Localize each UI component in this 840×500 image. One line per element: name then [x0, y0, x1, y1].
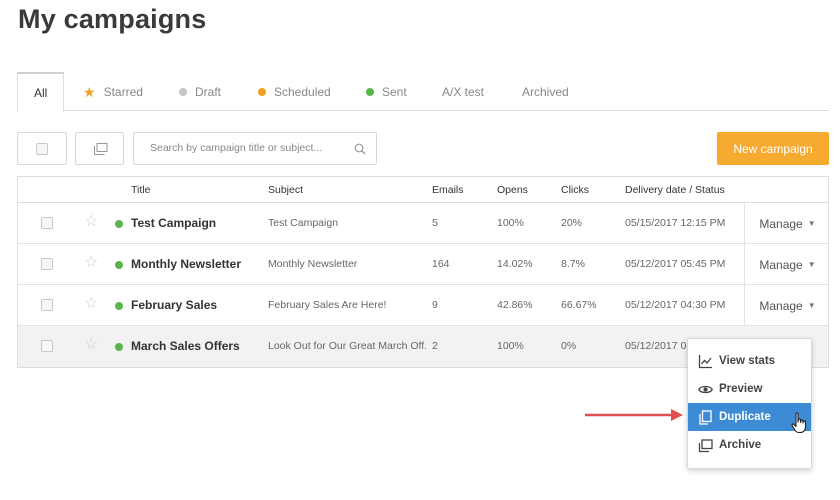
campaign-clicks: 20% — [561, 217, 583, 229]
tab-scheduled[interactable]: Scheduled — [258, 72, 331, 111]
tab-starred[interactable]: ★ Starred — [83, 72, 143, 111]
menu-item-label: Duplicate — [719, 411, 771, 423]
header-emails[interactable]: Emails — [432, 184, 464, 196]
header-opens[interactable]: Opens — [497, 184, 528, 196]
campaign-emails: 5 — [432, 217, 438, 229]
tab-scheduled-label: Scheduled — [274, 84, 331, 99]
select-all-checkbox[interactable] — [36, 143, 48, 155]
tab-draft[interactable]: Draft — [179, 72, 221, 111]
campaign-title[interactable]: Test Campaign — [131, 216, 216, 230]
campaign-clicks: 0% — [561, 340, 577, 352]
star-outline-icon[interactable]: ☆ — [84, 296, 98, 312]
tab-starred-label: Starred — [103, 84, 143, 99]
annotation-arrow-icon — [585, 409, 683, 421]
archive-folder-icon — [94, 143, 108, 155]
campaign-emails: 2 — [432, 340, 438, 352]
campaign-date: 05/12/2017 0 — [625, 340, 687, 352]
draft-dot-icon — [179, 87, 187, 96]
manage-label: Manage — [759, 216, 803, 231]
tab-sent-label: Sent — [382, 84, 407, 99]
select-all-button[interactable] — [17, 132, 67, 165]
campaign-subject: Look Out for Our Great March Off... — [268, 340, 426, 352]
campaign-opens: 100% — [497, 217, 524, 229]
tab-ax-test-label: A/X test — [442, 84, 485, 99]
campaign-date: 05/15/2017 12:15 PM — [625, 217, 726, 229]
header-title[interactable]: Title — [131, 184, 150, 196]
menu-item-archive[interactable]: Archive — [688, 431, 811, 459]
campaign-opens: 42.86% — [497, 299, 533, 311]
campaign-clicks: 66.67% — [561, 299, 597, 311]
row-checkbox[interactable] — [41, 258, 53, 270]
star-icon: ★ — [83, 83, 96, 100]
sent-dot-icon — [366, 87, 374, 96]
manage-button[interactable]: Manage ▼ — [744, 203, 830, 244]
scheduled-dot-icon — [258, 87, 266, 96]
eye-icon — [698, 385, 713, 393]
star-outline-icon[interactable]: ☆ — [84, 214, 98, 230]
campaign-date: 05/12/2017 05:45 PM — [625, 258, 726, 270]
tab-archived[interactable]: Archived — [522, 72, 569, 111]
table-row[interactable]: ☆ Test Campaign Test Campaign 5 100% 20%… — [18, 203, 828, 244]
campaign-clicks: 8.7% — [561, 258, 585, 270]
archive-toolbar-button[interactable] — [75, 132, 124, 165]
campaign-tabs: All ★ Starred Draft Scheduled Sent A/X t… — [17, 72, 829, 112]
campaign-title[interactable]: March Sales Offers — [131, 339, 240, 353]
star-outline-icon[interactable]: ☆ — [84, 255, 98, 271]
row-checkbox[interactable] — [41, 217, 53, 229]
campaign-title[interactable]: February Sales — [131, 298, 217, 312]
campaign-subject: February Sales Are Here! — [268, 299, 387, 311]
campaign-title[interactable]: Monthly Newsletter — [131, 257, 241, 271]
caret-down-icon: ▼ — [807, 260, 816, 269]
new-campaign-button[interactable]: New campaign — [717, 132, 829, 165]
tab-archived-label: Archived — [522, 84, 569, 99]
tab-all[interactable]: All — [17, 72, 65, 112]
campaign-subject: Monthly Newsletter — [268, 258, 358, 270]
manage-label: Manage — [759, 298, 803, 313]
chart-icon — [698, 354, 712, 368]
menu-item-view-stats[interactable]: View stats — [688, 347, 811, 375]
status-dot-icon — [115, 261, 123, 269]
archive-icon — [698, 438, 713, 452]
table-row[interactable]: ☆ February Sales February Sales Are Here… — [18, 285, 828, 326]
duplicate-icon — [699, 409, 712, 425]
menu-item-label: View stats — [719, 355, 776, 367]
campaign-date: 05/12/2017 04:30 PM — [625, 299, 726, 311]
header-delivery[interactable]: Delivery date / Status — [625, 184, 725, 196]
campaign-opens: 100% — [497, 340, 524, 352]
campaign-emails: 9 — [432, 299, 438, 311]
menu-item-label: Archive — [719, 439, 762, 451]
tab-sent[interactable]: Sent — [366, 72, 407, 111]
status-dot-icon — [115, 302, 123, 310]
header-subject[interactable]: Subject — [268, 184, 303, 196]
search-box[interactable] — [133, 132, 377, 165]
caret-down-icon: ▼ — [807, 219, 816, 228]
campaign-emails: 164 — [432, 258, 450, 270]
search-input[interactable] — [150, 142, 350, 154]
tab-ax-test[interactable]: A/X test — [442, 72, 484, 111]
table-header: Title Subject Emails Opens Clicks Delive… — [18, 177, 828, 203]
caret-down-icon: ▼ — [807, 301, 816, 310]
row-checkbox[interactable] — [41, 340, 53, 352]
tab-all-label: All — [34, 85, 48, 100]
manage-button[interactable]: Manage ▼ — [744, 244, 830, 285]
manage-label: Manage — [759, 257, 803, 272]
menu-item-preview[interactable]: Preview — [688, 375, 811, 403]
row-checkbox[interactable] — [41, 299, 53, 311]
tab-draft-label: Draft — [195, 84, 222, 99]
status-dot-icon — [115, 220, 123, 228]
menu-item-label: Preview — [719, 383, 763, 395]
hand-cursor-icon — [791, 412, 807, 434]
campaign-subject: Test Campaign — [268, 217, 339, 229]
manage-dropdown-menu: View stats Preview Duplicate Archive — [687, 338, 812, 469]
campaign-opens: 14.02% — [497, 258, 533, 270]
star-outline-icon[interactable]: ☆ — [84, 337, 98, 353]
header-clicks[interactable]: Clicks — [561, 184, 589, 196]
page-title: My campaigns — [18, 4, 207, 34]
search-icon[interactable] — [354, 143, 366, 155]
status-dot-icon — [115, 343, 123, 351]
manage-button[interactable]: Manage ▼ — [744, 285, 830, 326]
table-row[interactable]: ☆ Monthly Newsletter Monthly Newsletter … — [18, 244, 828, 285]
